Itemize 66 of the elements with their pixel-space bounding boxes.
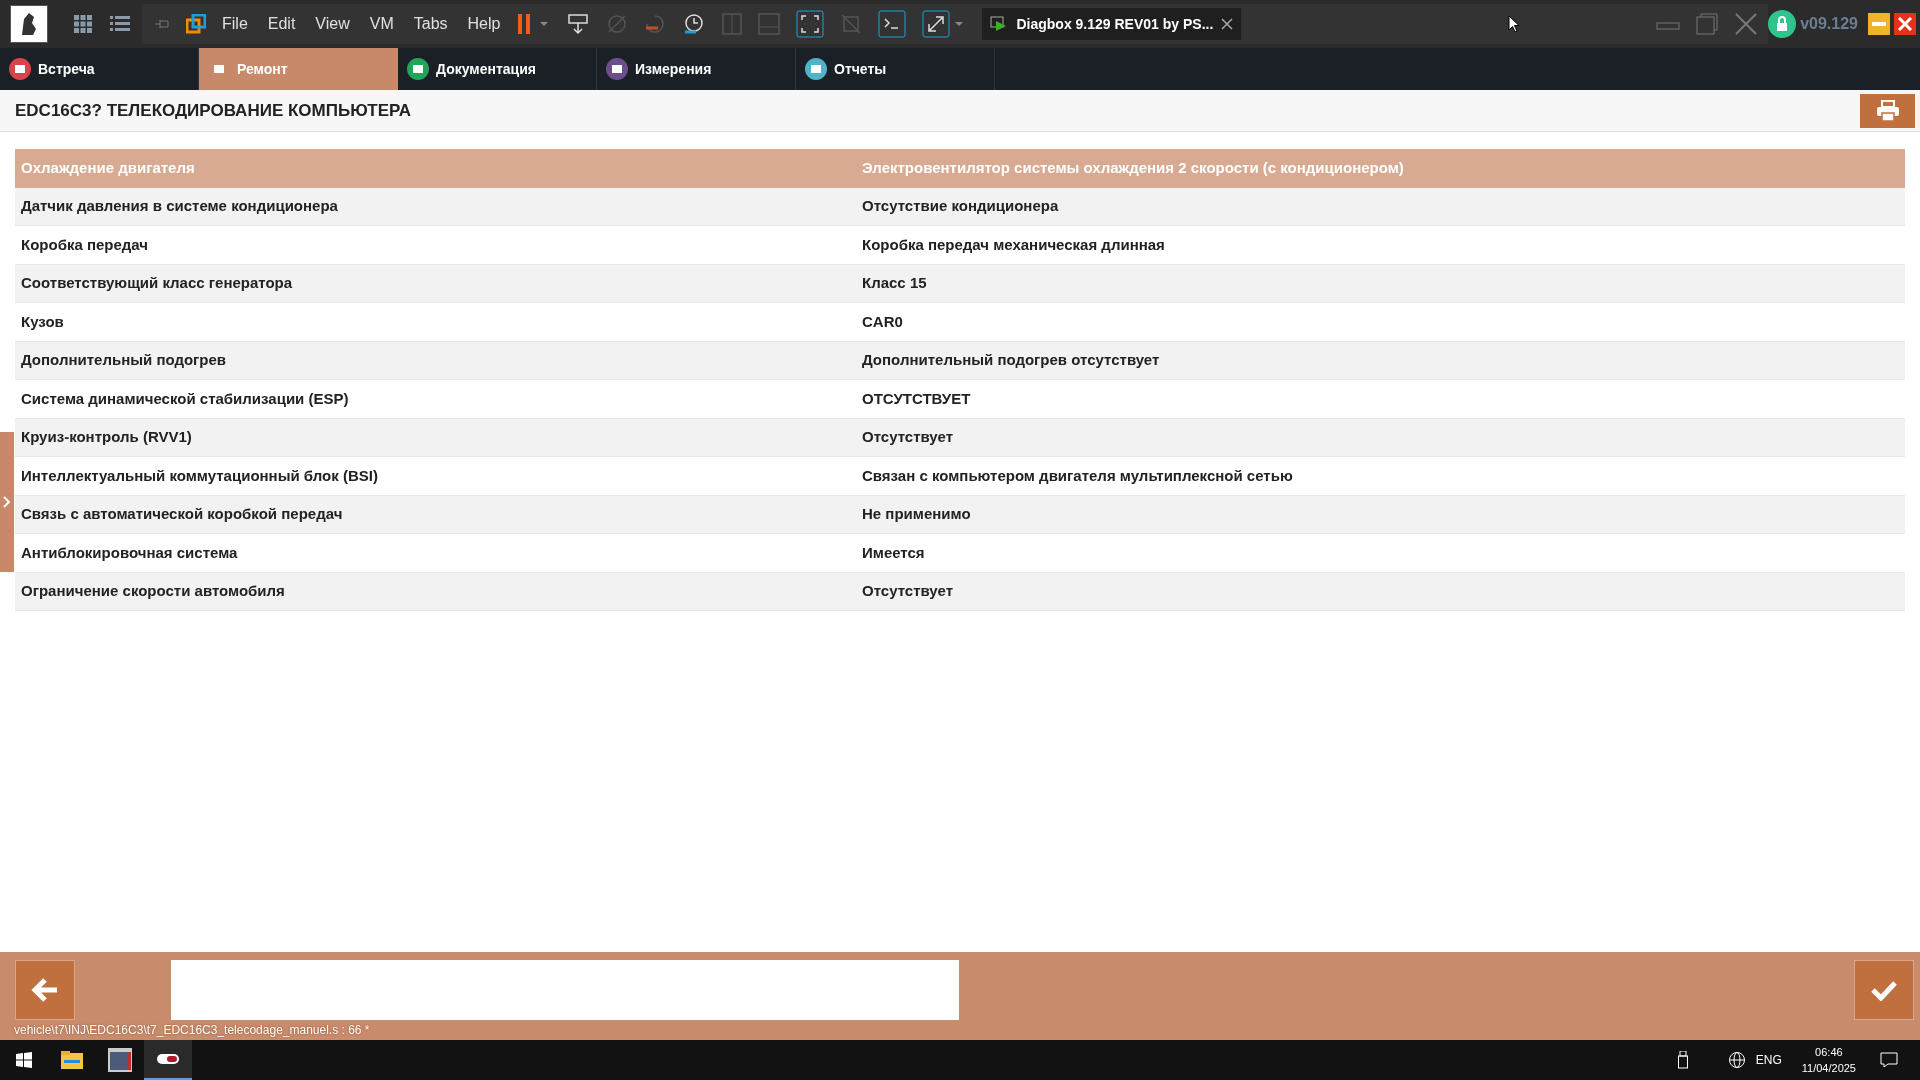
console-icon[interactable] bbox=[878, 10, 907, 38]
table-header-cell-text: Электровентилятор системы охлаждения 2 скорости (с кондиционером) bbox=[862, 158, 1405, 178]
pause-icon[interactable] bbox=[516, 14, 551, 34]
table-cell-text: Ограничение скорости автомобиля bbox=[20, 581, 286, 601]
notifications-icon[interactable] bbox=[1880, 1052, 1898, 1068]
vmware-app-button[interactable] bbox=[144, 1040, 192, 1080]
close-icon bbox=[1898, 17, 1912, 31]
menu-item[interactable]: File bbox=[222, 12, 248, 36]
checkmark-icon bbox=[1870, 979, 1898, 1001]
back-arrow-icon bbox=[31, 977, 59, 1003]
table-cell-text: Коробка передач bbox=[20, 234, 150, 255]
print-icon bbox=[1875, 99, 1900, 122]
table-cell-text: Соответствующий класс генератора bbox=[20, 273, 294, 293]
vm-tab[interactable]: Diagbox 9.129 REV01 by PS... bbox=[982, 8, 1242, 40]
table-cell-text: Интеллектуальный коммутационный блок (BSI) bbox=[20, 465, 379, 486]
language-indicator[interactable]: ENG bbox=[1755, 1051, 1782, 1069]
table-cell-text: Связан с компьютером двигателя мультиплексной сетью bbox=[862, 465, 1294, 486]
menu-item[interactable]: Edit bbox=[267, 12, 296, 36]
table-cell-text: ОТСУТСТВУЕТ bbox=[862, 388, 972, 409]
vm-tab-title: Diagbox 9.129 REV01 by PS... bbox=[1016, 14, 1214, 34]
table-cell-text: CAR0 bbox=[862, 311, 904, 332]
table-cell-text: Класс 15 bbox=[862, 273, 928, 293]
table-cell-text: Датчик давления в системе кондиционера bbox=[20, 196, 339, 216]
lock-icon bbox=[1768, 10, 1797, 38]
back-button[interactable] bbox=[15, 960, 75, 1020]
restore-icon[interactable] bbox=[1696, 13, 1719, 35]
menu-item[interactable]: Tabs bbox=[413, 12, 448, 36]
clock[interactable]: 06:46 11/04/2025 bbox=[1801, 1044, 1856, 1076]
menu-item[interactable]: VM bbox=[369, 12, 394, 36]
menu-item[interactable]: View bbox=[315, 12, 350, 36]
table-cell-text: Отсутствует bbox=[862, 427, 954, 447]
table-cell-text: Коробка передач механическая длинная bbox=[862, 234, 1166, 255]
folder-icon bbox=[61, 1051, 83, 1069]
grid-icon[interactable] bbox=[74, 15, 92, 33]
confirm-button[interactable] bbox=[1854, 960, 1914, 1020]
close-button[interactable] bbox=[1894, 13, 1916, 35]
table-cell-text: Отсутствие кондиционера bbox=[862, 196, 1060, 216]
script-path: vehicle\t7\INJ\EDC16C3\t7_EDC16C3_telecodage_manuel.s : 66 * bbox=[14, 1022, 370, 1039]
table-cell-text: Не применимо bbox=[862, 504, 972, 524]
usb-drive-icon[interactable] bbox=[1677, 1051, 1690, 1069]
app-icon bbox=[108, 1048, 132, 1072]
close-icon[interactable] bbox=[1221, 18, 1234, 30]
table-cell-text: Система динамической стабилизации (ESP) bbox=[20, 388, 350, 409]
version-label: v09.129 bbox=[1800, 14, 1858, 34]
table-cell-text: Дополнительный подогрев отсутствует bbox=[862, 350, 1161, 370]
menu-item[interactable]: Help bbox=[467, 12, 501, 36]
print-button[interactable] bbox=[1860, 93, 1915, 128]
list-icon[interactable] bbox=[110, 16, 130, 32]
fullscreen-icon[interactable] bbox=[796, 10, 825, 38]
minimize-icon bbox=[1872, 22, 1886, 26]
table-cell-text: Имеется bbox=[862, 542, 926, 563]
table-cell-text: Связь с автоматической коробкой передач bbox=[20, 504, 344, 524]
table-cell-text: Дополнительный подогрев bbox=[20, 350, 228, 370]
cursor-icon bbox=[1508, 15, 1521, 33]
windows-logo-icon bbox=[16, 1052, 32, 1068]
table-cell-text: Круиз-контроль (RVV1) bbox=[20, 427, 193, 447]
table-cell-text: Антиблокировочная система bbox=[20, 542, 239, 563]
table-cell-text: Отсутствует bbox=[862, 581, 954, 601]
side-panel-handle[interactable] bbox=[0, 432, 14, 572]
toggle-icon bbox=[157, 1054, 179, 1064]
pin-icon[interactable] bbox=[154, 18, 170, 30]
table-cell-text: Кузов bbox=[20, 311, 65, 332]
table-header-cell-text: Охлаждение двигателя bbox=[20, 158, 196, 178]
vmware-logo-icon bbox=[186, 14, 206, 34]
page-title: EDC16C3? ТЕЛЕКОДИРОВАНИЕ КОМПЬЮТЕРА bbox=[15, 99, 412, 122]
network-icon[interactable] bbox=[1727, 1051, 1746, 1069]
